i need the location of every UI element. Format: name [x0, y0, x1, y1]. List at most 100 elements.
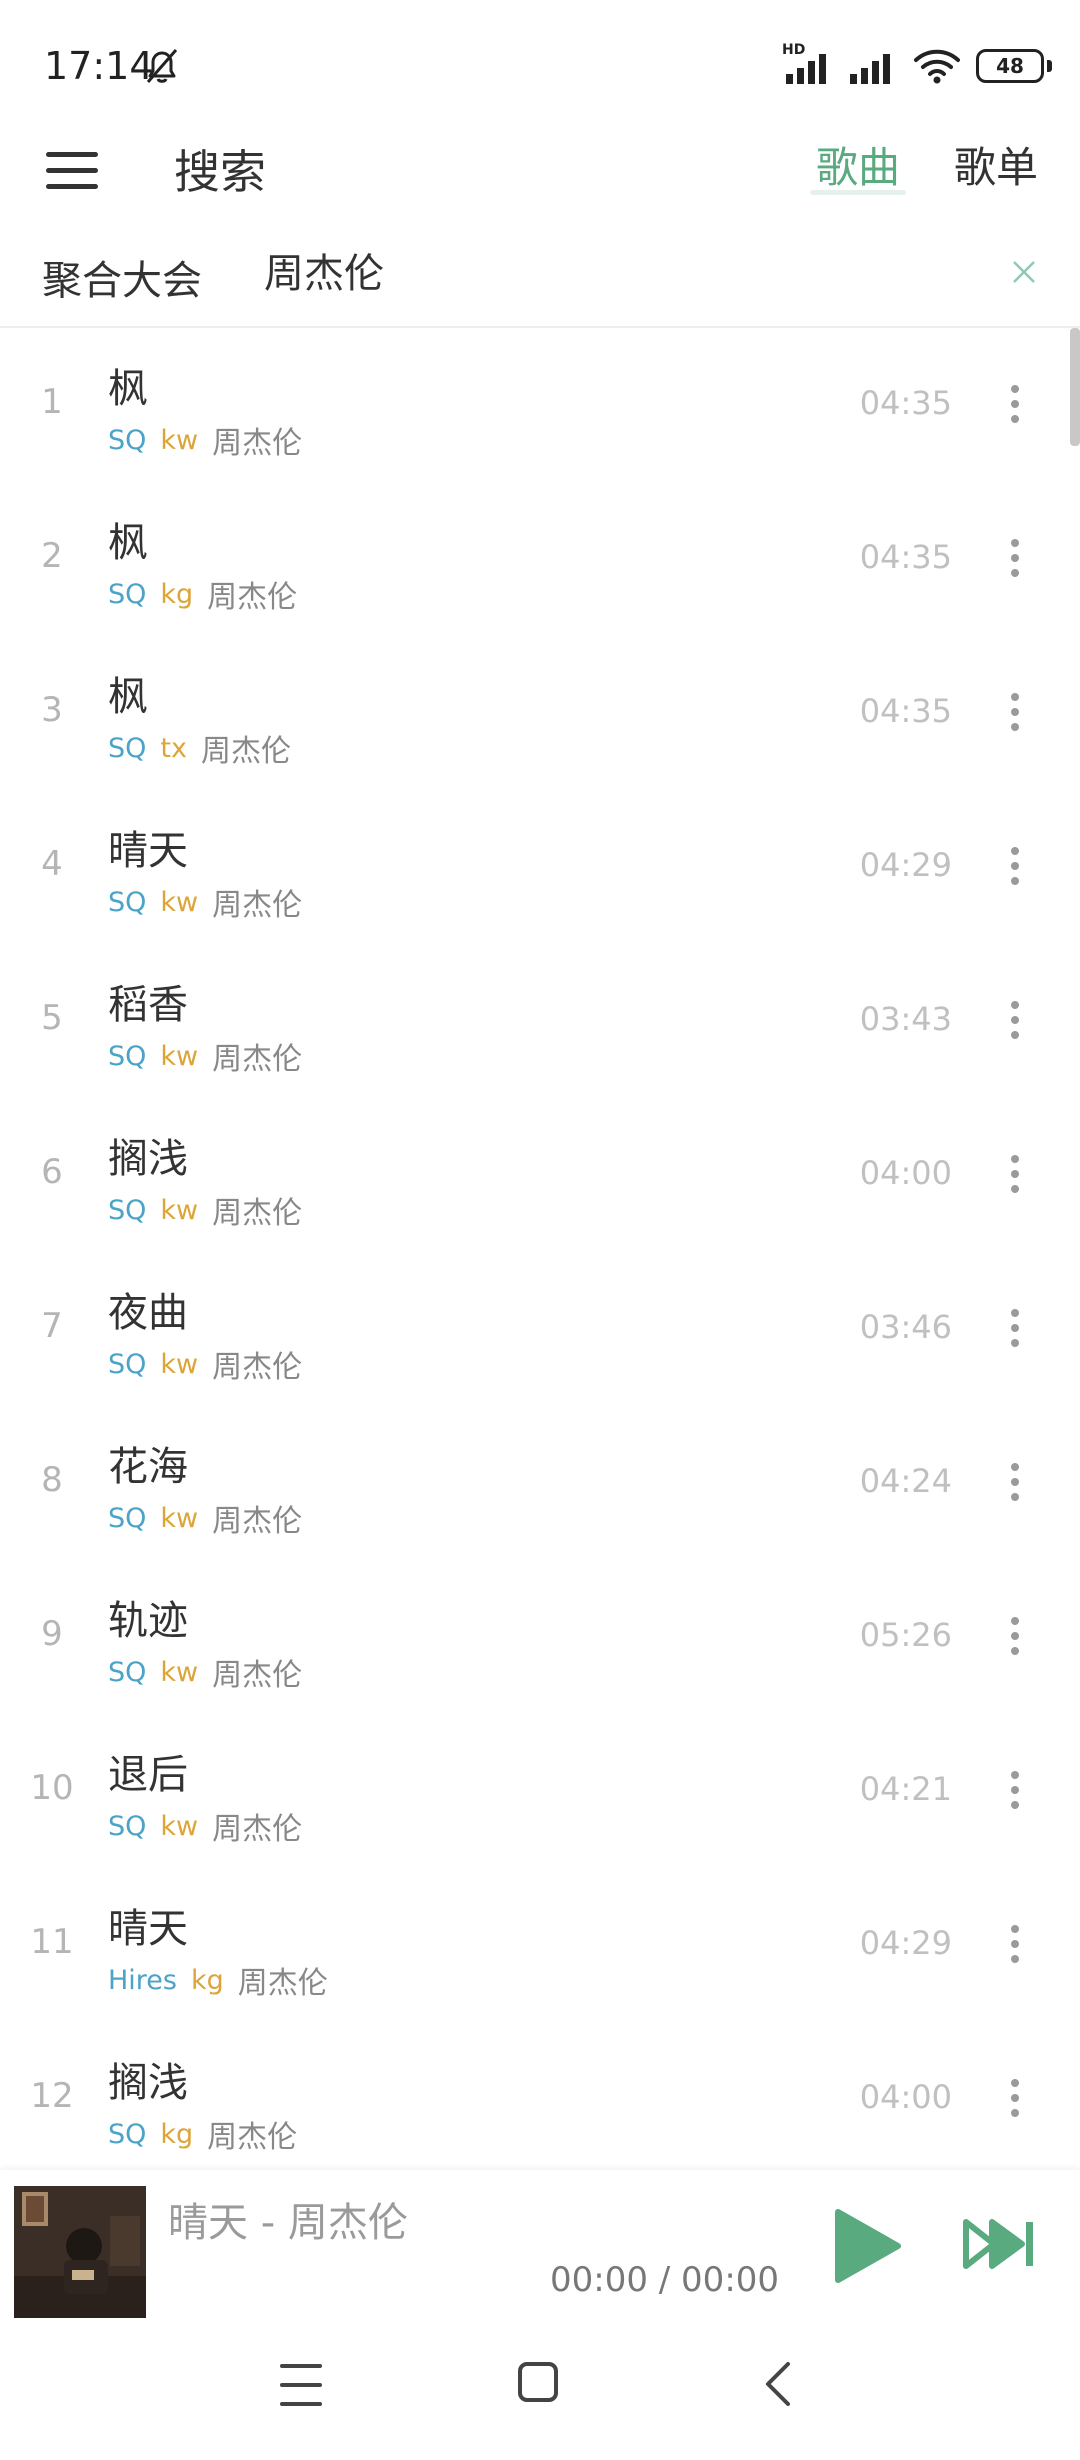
song-row[interactable]: 12 搁浅 SQ kg 周杰伦 04:00 [0, 2022, 1080, 2170]
song-title: 花海 [108, 1444, 188, 1490]
scrollbar[interactable] [1070, 328, 1080, 446]
song-index: 8 [41, 1460, 63, 1500]
menu-button[interactable] [46, 140, 106, 200]
song-row[interactable]: 2 枫 SQ kg 周杰伦 04:35 [0, 482, 1080, 636]
song-meta: SQ kw 周杰伦 [108, 1804, 302, 1848]
quality-tag: SQ [108, 1502, 147, 1534]
mini-player[interactable]: 晴天 - 周杰伦 00:00 / 00:00 [0, 2170, 1080, 2320]
song-index: 5 [41, 998, 63, 1038]
quality-tag: SQ [108, 1810, 147, 1842]
song-row[interactable]: 7 夜曲 SQ kw 周杰伦 03:46 [0, 1252, 1080, 1406]
quality-tag: SQ [108, 1040, 147, 1072]
quality-tag: SQ [108, 1194, 147, 1226]
song-artist: 周杰伦 [212, 1812, 303, 1847]
play-icon[interactable] [832, 2206, 904, 2286]
song-meta: SQ kw 周杰伦 [108, 1342, 302, 1386]
quality-tag: SQ [108, 732, 147, 764]
more-vertical-icon[interactable] [1000, 1146, 1030, 1202]
more-vertical-icon[interactable] [1000, 1916, 1030, 1972]
song-duration: 04:21 [859, 1770, 952, 1808]
song-artist: 周杰伦 [212, 1658, 303, 1693]
song-index: 9 [41, 1614, 63, 1654]
song-title: 晴天 [108, 828, 188, 874]
quality-tag: SQ [108, 1348, 147, 1380]
nav-recents-button[interactable] [280, 2364, 322, 2406]
song-meta: SQ kw 周杰伦 [108, 1034, 302, 1078]
song-artist: 周杰伦 [200, 734, 291, 769]
song-row[interactable]: 11 晴天 Hires kg 周杰伦 04:29 [0, 1868, 1080, 2022]
source-tag: kg [191, 1964, 224, 1996]
song-row[interactable]: 5 稻香 SQ kw 周杰伦 03:43 [0, 944, 1080, 1098]
more-vertical-icon[interactable] [1000, 376, 1030, 432]
song-row[interactable]: 1 枫 SQ kw 周杰伦 04:35 [0, 328, 1080, 482]
more-vertical-icon[interactable] [1000, 992, 1030, 1048]
source-selector[interactable]: 聚合大会 [42, 248, 202, 306]
more-vertical-icon[interactable] [1000, 1608, 1030, 1664]
source-tag: tx [160, 732, 187, 764]
more-vertical-icon[interactable] [1000, 838, 1030, 894]
song-meta: SQ kw 周杰伦 [108, 418, 302, 462]
album-art[interactable] [14, 2186, 146, 2318]
bell-muted-icon [146, 49, 178, 83]
quality-tag: SQ [108, 578, 147, 610]
source-tag: kg [160, 578, 194, 610]
song-duration: 04:35 [859, 692, 952, 730]
tab-playlists[interactable]: 歌单 [954, 134, 1038, 195]
more-vertical-icon[interactable] [1000, 1762, 1030, 1818]
more-vertical-icon[interactable] [1000, 1300, 1030, 1356]
song-row[interactable]: 8 花海 SQ kw 周杰伦 04:24 [0, 1406, 1080, 1560]
song-meta: SQ tx 周杰伦 [108, 726, 291, 770]
song-row[interactable]: 3 枫 SQ tx 周杰伦 04:35 [0, 636, 1080, 790]
skip-next-icon[interactable] [962, 2214, 1038, 2274]
tab-songs[interactable]: 歌曲 [816, 134, 900, 195]
status-indicators: HD 48 [782, 42, 1052, 88]
song-index: 11 [30, 1922, 74, 1962]
search-input[interactable] [264, 240, 984, 300]
source-tag: kg [160, 2118, 194, 2150]
song-duration: 04:00 [859, 1154, 952, 1192]
song-duration: 03:46 [859, 1308, 952, 1346]
signal-hd-icon: HD [782, 42, 834, 86]
song-artist: 周杰伦 [212, 1504, 303, 1539]
more-vertical-icon[interactable] [1000, 2070, 1030, 2126]
song-title: 夜曲 [108, 1290, 188, 1336]
quality-tag: Hires [108, 1964, 177, 1996]
system-nav-bar [0, 2320, 1080, 2460]
source-tag: kw [160, 886, 199, 918]
song-row[interactable]: 6 搁浅 SQ kw 周杰伦 04:00 [0, 1098, 1080, 1252]
song-list: 1 枫 SQ kw 周杰伦 04:35 2 枫 SQ kg 周杰伦 04:35 3 枫 SQ tx 周杰伦 04:… [0, 328, 1080, 2170]
song-title: 枫 [108, 674, 148, 720]
more-vertical-icon[interactable] [1000, 684, 1030, 740]
song-meta: SQ kw 周杰伦 [108, 1496, 302, 1540]
song-index: 7 [41, 1306, 63, 1346]
source-tag: kw [160, 1656, 199, 1688]
nav-back-icon[interactable] [762, 2360, 794, 2408]
close-icon[interactable] [1008, 256, 1040, 288]
song-title: 稻香 [108, 982, 188, 1028]
song-row[interactable]: 4 晴天 SQ kw 周杰伦 04:29 [0, 790, 1080, 944]
battery-icon: 48 [976, 49, 1052, 83]
song-artist: 周杰伦 [207, 580, 298, 615]
nav-home-button[interactable] [518, 2362, 558, 2402]
song-artist: 周杰伦 [207, 2120, 298, 2155]
song-row[interactable]: 10 退后 SQ kw 周杰伦 04:21 [0, 1714, 1080, 1868]
song-row[interactable]: 9 轨迹 SQ kw 周杰伦 05:26 [0, 1560, 1080, 1714]
source-tag: kw [160, 424, 199, 456]
status-time: 17:14 [44, 44, 154, 88]
source-tag: kw [160, 1810, 199, 1842]
more-vertical-icon[interactable] [1000, 530, 1030, 586]
song-title: 搁浅 [108, 1136, 188, 1182]
song-duration: 04:00 [859, 2078, 952, 2116]
song-duration: 03:43 [859, 1000, 952, 1038]
quality-tag: SQ [108, 2118, 147, 2150]
song-artist: 周杰伦 [237, 1966, 328, 2001]
more-vertical-icon[interactable] [1000, 1454, 1030, 1510]
quality-tag: SQ [108, 886, 147, 918]
song-artist: 周杰伦 [212, 1196, 303, 1231]
play-time: 00:00 / 00:00 [550, 2260, 780, 2300]
song-title: 轨迹 [108, 1598, 188, 1644]
battery-level: 48 [996, 54, 1024, 78]
song-artist: 周杰伦 [212, 426, 303, 461]
song-artist: 周杰伦 [212, 888, 303, 923]
song-index: 4 [41, 844, 63, 884]
